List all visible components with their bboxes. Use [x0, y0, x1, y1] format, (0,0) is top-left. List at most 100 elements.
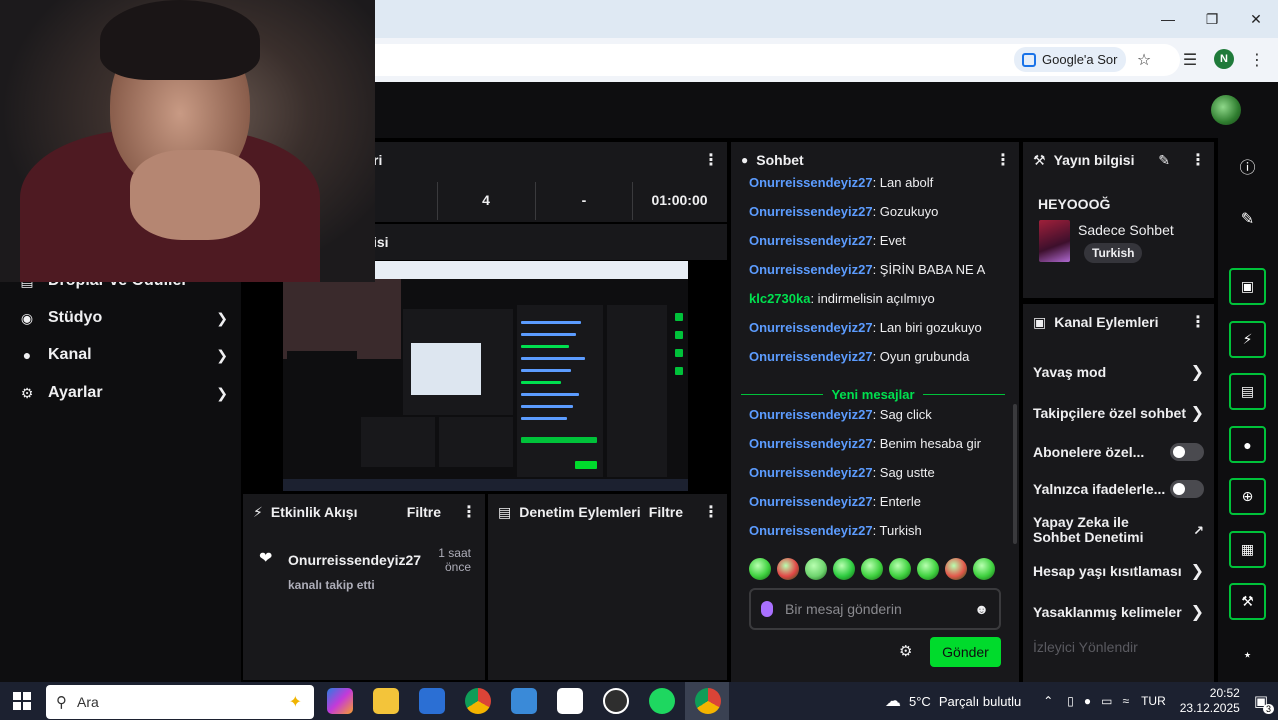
windows-start-icon[interactable] — [13, 692, 31, 710]
more-options-icon[interactable]: ⋮ — [703, 150, 719, 170]
phone-icon[interactable]: ▯ — [1067, 694, 1074, 708]
more-options-icon[interactable]: ⋮ — [1190, 312, 1206, 332]
notification-icon[interactable]: ▣ 3 — [1254, 692, 1274, 714]
pencil-icon[interactable]: ✎ — [1158, 152, 1170, 169]
chat-message-input[interactable]: Bir mesaj gönderin ☻ — [749, 588, 1001, 630]
chat-panel: ● Sohbet ⋮ Onurreissendeyiz27: Lan abolf… — [731, 142, 1019, 682]
obs-icon[interactable] — [603, 688, 629, 714]
copilot-icon[interactable] — [327, 688, 353, 714]
chat-username[interactable]: Onurreissendeyiz27 — [749, 407, 873, 422]
emote-icon[interactable] — [805, 558, 827, 580]
camera-icon[interactable]: ▣ — [1229, 268, 1266, 305]
clock[interactable]: 20:52 23.12.2025 — [1180, 686, 1240, 716]
ai-moderation-action[interactable]: Yapay Zeka ile Sohbet Denetimi ↗ — [1033, 515, 1204, 545]
mini-webcam — [283, 279, 401, 359]
spotify-icon[interactable] — [649, 688, 675, 714]
emote-icon[interactable] — [749, 558, 771, 580]
stream-category[interactable]: Sadece Sohbet — [1078, 222, 1174, 238]
raid-action[interactable]: İzleyici Yönlendir — [1033, 639, 1204, 655]
google-ask-button[interactable]: Google'a Sor — [1014, 47, 1127, 72]
send-button[interactable]: Gönder — [930, 637, 1001, 667]
filter-button[interactable]: Filtre — [407, 504, 441, 520]
emote-icon[interactable] — [945, 558, 967, 580]
wifi-icon[interactable]: ≈ — [1122, 694, 1129, 708]
channel-actions-panel: ▣ Kanal Eylemleri ⋮ Yavaş mod ❯ Takipçil… — [1023, 304, 1214, 682]
emote-icon[interactable] — [833, 558, 855, 580]
chevron-up-icon[interactable]: ⌃ — [1043, 694, 1053, 708]
chrome-active-icon[interactable] — [695, 688, 721, 714]
chat-username[interactable]: Onurreissendeyiz27 — [749, 436, 873, 451]
chat-username[interactable]: Onurreissendeyiz27 — [749, 523, 873, 538]
emote-icon[interactable] — [917, 558, 939, 580]
chat-username[interactable]: Onurreissendeyiz27 — [749, 494, 873, 509]
stream-preview-video[interactable] — [283, 261, 688, 491]
emote-icon[interactable] — [973, 558, 995, 580]
sidebar-item-studio[interactable]: ◉ Stüdyo ❯ — [18, 304, 228, 332]
browser-menu-icon[interactable]: ⋮ — [1245, 48, 1269, 72]
info-icon[interactable]: ⓘ — [1229, 147, 1266, 184]
action-label: Abonelere özel... — [1033, 444, 1145, 460]
wrench-icon[interactable]: ⚒ — [1229, 583, 1266, 620]
bookmark-star-icon[interactable]: ☆ — [1132, 48, 1156, 72]
store-icon[interactable] — [419, 688, 445, 714]
more-options-icon[interactable]: ⋮ — [995, 150, 1011, 170]
maximize-icon[interactable]: ❐ — [1190, 0, 1234, 38]
broadcast-icon[interactable]: ⊕ — [1229, 478, 1266, 515]
chat-text: : Oyun grubunda — [872, 349, 970, 364]
subscribers-only-toggle[interactable] — [1170, 443, 1204, 461]
chat-scrollbar[interactable] — [1013, 404, 1017, 544]
chrome-icon[interactable] — [465, 688, 491, 714]
monitor-icon[interactable]: ▦ — [1229, 531, 1266, 568]
sidebar-item-settings[interactable]: ⚙ Ayarlar ❯ — [18, 379, 228, 407]
emote-only-toggle[interactable] — [1170, 480, 1204, 498]
account-age-action[interactable]: Hesap yaşı kısıtlaması ❯ — [1033, 561, 1204, 581]
emote-icon[interactable] — [861, 558, 883, 580]
chat-username[interactable]: Onurreissendeyiz27 — [749, 233, 873, 248]
weather-text[interactable]: Parçalı bulutlu — [939, 694, 1021, 709]
followers-only-action[interactable]: Takipçilere özel sohbet ❯ — [1033, 403, 1204, 423]
chevron-down-icon: ❯ — [216, 309, 228, 326]
pencil-icon[interactable]: ✎ — [1229, 200, 1266, 237]
document-icon[interactable]: ▤ — [1229, 373, 1266, 410]
microphone-icon[interactable] — [761, 601, 773, 617]
filter-button[interactable]: Filtre — [649, 504, 683, 520]
chat-bubble-icon[interactable]: ● — [1229, 426, 1266, 463]
event-username[interactable]: Onurreissendeyiz27 — [288, 552, 421, 568]
chat-text: : Sag click — [872, 407, 932, 422]
gear-icon[interactable]: ⚙ — [899, 642, 912, 660]
chat-username[interactable]: Onurreissendeyiz27 — [749, 175, 873, 190]
more-options-icon[interactable]: ⋮ — [1190, 150, 1206, 170]
more-options-icon[interactable]: ⋮ — [461, 502, 477, 522]
capcut-icon[interactable] — [557, 688, 583, 714]
chat-username[interactable]: Onurreissendeyiz27 — [749, 204, 873, 219]
weather-temp[interactable]: 5°C — [909, 694, 931, 709]
chat-username[interactable]: Onurreissendeyiz27 — [749, 465, 873, 480]
chat-username[interactable]: Onurreissendeyiz27 — [749, 320, 873, 335]
banned-words-action[interactable]: Yasaklanmış kelimeler ❯ — [1033, 602, 1204, 622]
user-avatar[interactable] — [1211, 95, 1241, 125]
chat-username[interactable]: Onurreissendeyiz27 — [749, 262, 873, 277]
file-explorer-icon[interactable] — [373, 688, 399, 714]
lightning-icon[interactable]: ⚡ — [1229, 321, 1266, 358]
more-options-icon[interactable]: ⋮ — [703, 502, 719, 522]
emote-icon[interactable] — [889, 558, 911, 580]
taskbar-search[interactable]: ⚲ Ara ✦ — [46, 685, 314, 719]
minimize-icon[interactable]: — — [1146, 0, 1190, 38]
emote-icon[interactable] — [777, 558, 799, 580]
chat-username[interactable]: Onurreissendeyiz27 — [749, 349, 873, 364]
close-icon[interactable]: ✕ — [1234, 0, 1278, 38]
stream-tag[interactable]: Turkish — [1084, 243, 1143, 263]
emoji-icon[interactable]: ☻ — [974, 601, 989, 617]
chat-text: : Lan abolf — [872, 175, 934, 190]
extensions-icon[interactable]: ⋆ — [1229, 636, 1266, 673]
sidebar-item-channel[interactable]: ● Kanal ❯ — [18, 341, 228, 369]
slow-mode-action[interactable]: Yavaş mod ❯ — [1033, 362, 1204, 382]
microphone-icon[interactable]: ● — [1084, 694, 1091, 708]
battery-icon[interactable]: ▭ — [1101, 694, 1112, 708]
gear-icon: ⚙ — [20, 384, 34, 401]
language-indicator[interactable]: TUR — [1141, 694, 1166, 708]
profile-avatar[interactable]: N — [1214, 49, 1234, 69]
chat-username[interactable]: klc2730ka — [749, 291, 810, 306]
photos-icon[interactable] — [511, 688, 537, 714]
media-queue-icon[interactable]: ☰ — [1178, 48, 1202, 72]
